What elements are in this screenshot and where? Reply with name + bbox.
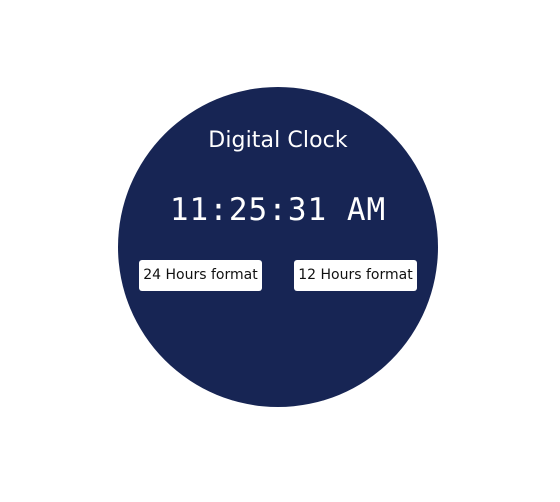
digital-clock-face: Digital Clock 11:25:31 AM 24 Hours forma…: [118, 87, 438, 407]
format-12-hours-button[interactable]: 12 Hours format: [294, 260, 417, 291]
format-24-hours-button[interactable]: 24 Hours format: [139, 260, 262, 291]
clock-time-display: 11:25:31 AM: [169, 192, 387, 228]
clock-title: Digital Clock: [208, 128, 348, 153]
